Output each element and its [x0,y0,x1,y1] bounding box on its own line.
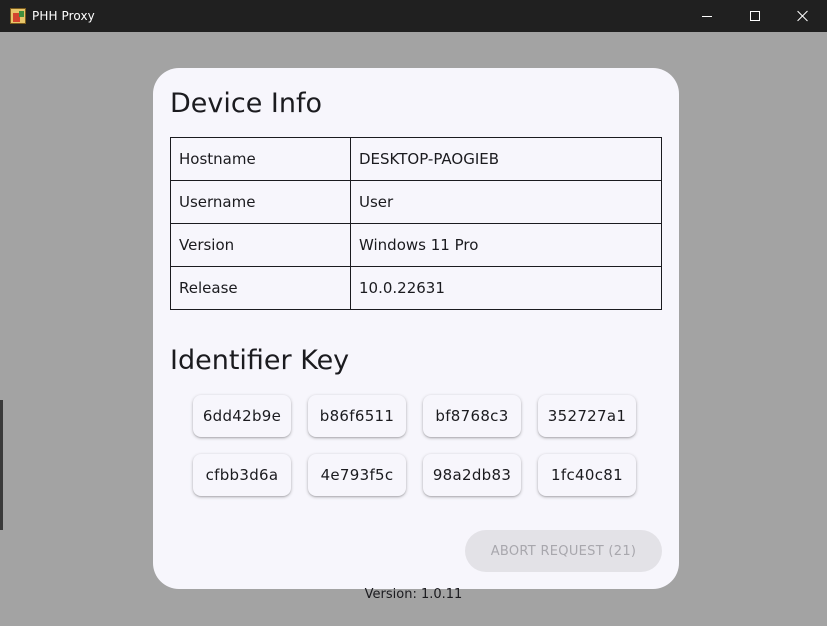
row-value: DESKTOP-PAOGIEB [350,137,662,181]
device-info-title: Device Info [170,88,323,119]
key-chip: b86f6511 [308,395,406,437]
table-row: Hostname DESKTOP-PAOGIEB [170,137,662,181]
key-row: cfbb3d6a 4e793f5c 98a2db83 1fc40c81 [193,454,643,496]
row-value: 10.0.22631 [350,266,662,310]
table-row: Username User [170,180,662,224]
minimize-button[interactable] [683,0,731,32]
table-row: Release 10.0.22631 [170,266,662,310]
key-chip: bf8768c3 [423,395,521,437]
key-chip: cfbb3d6a [193,454,291,496]
row-label: Release [170,266,351,310]
key-chip: 352727a1 [538,395,636,437]
key-row: 6dd42b9e b86f6511 bf8768c3 352727a1 [193,395,643,437]
title-bar[interactable]: PHH Proxy [0,0,827,32]
key-chip: 4e793f5c [308,454,406,496]
row-label: Username [170,180,351,224]
app-version-label: Version: 1.0.11 [364,587,463,602]
maximize-icon [750,11,760,21]
app-window: PHH Proxy Device Info Hostname DESKTOP-P… [0,0,827,626]
row-value: User [350,180,662,224]
key-chip: 6dd42b9e [193,395,291,437]
row-label: Hostname [170,137,351,181]
close-button[interactable] [779,0,827,32]
row-label: Version [170,223,351,267]
dialog-card: Device Info Hostname DESKTOP-PAOGIEB Use… [153,68,679,589]
identifier-key-grid: 6dd42b9e b86f6511 bf8768c3 352727a1 cfbb… [193,395,643,513]
app-icon [10,8,26,24]
table-row: Version Windows 11 Pro [170,223,662,267]
row-value: Windows 11 Pro [350,223,662,267]
identifier-key-title: Identifier Key [170,345,350,376]
maximize-button[interactable] [731,0,779,32]
minimize-icon [702,15,712,17]
key-chip: 98a2db83 [423,454,521,496]
key-chip: 1fc40c81 [538,454,636,496]
window-controls [683,0,827,32]
device-info-table: Hostname DESKTOP-PAOGIEB Username User V… [170,137,662,310]
window-edge [0,400,3,530]
abort-request-button[interactable]: ABORT REQUEST (21) [465,530,662,572]
window-title: PHH Proxy [32,9,95,23]
close-icon [797,10,809,22]
